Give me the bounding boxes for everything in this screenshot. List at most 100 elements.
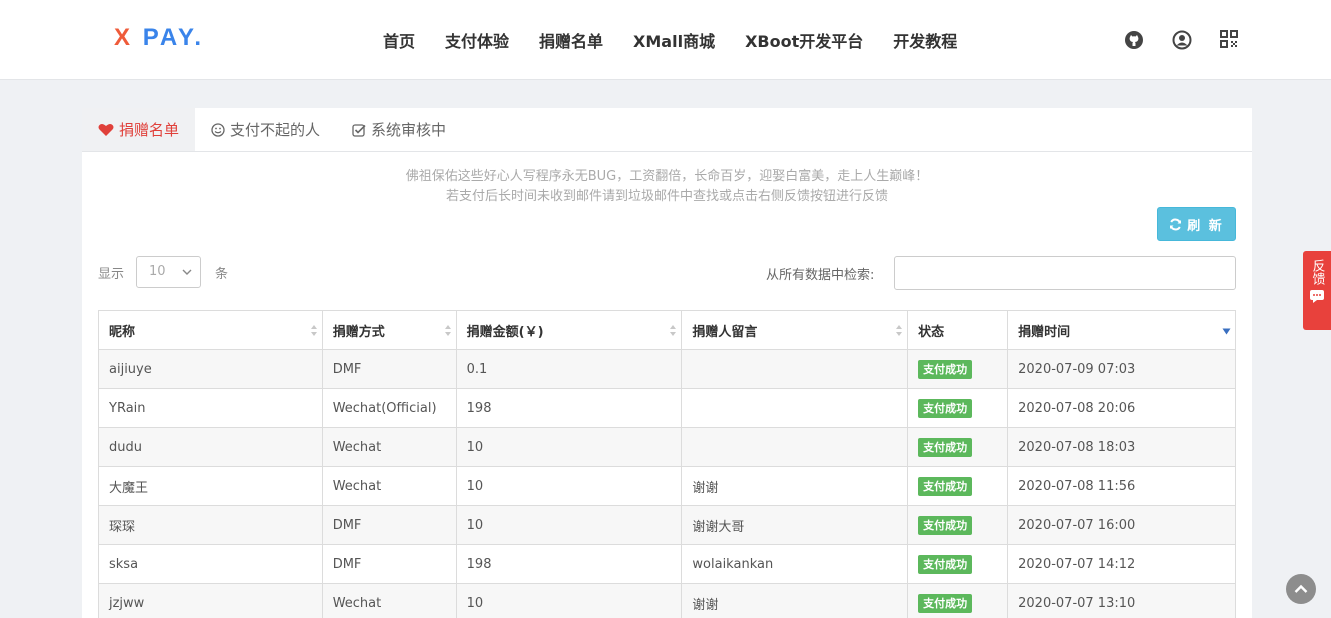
col-header-nickname[interactable]: 昵称: [98, 310, 323, 350]
cell-nickname: aijiuye: [98, 349, 323, 389]
sort-icon: [670, 325, 677, 336]
logo[interactable]: X PAY.: [114, 24, 204, 52]
cell-status: 支付成功: [907, 349, 1009, 389]
table-row: sksa DMF 198 wolaikankan 支付成功 2020-07-07…: [98, 544, 1236, 584]
table-row: YRain Wechat(Official) 198 支付成功 2020-07-…: [98, 388, 1236, 428]
col-header-message[interactable]: 捐赠人留言: [681, 310, 909, 350]
cell-nickname: 大魔王: [98, 466, 323, 506]
cell-amount: 10: [455, 583, 683, 618]
col-header-time[interactable]: 捐赠时间: [1007, 310, 1236, 350]
donation-table: 昵称 捐赠方式 捐赠金额(￥) 捐赠人留言 状态 捐赠时间 aijiuye DM…: [98, 310, 1236, 618]
top-header: X PAY. 首页 支付体验 捐赠名单 XMall商城 XBoot开发平台 开发…: [0, 0, 1331, 80]
cell-method: DMF: [321, 505, 457, 545]
cell-amount: 10: [455, 466, 683, 506]
user-circle-icon[interactable]: [1172, 30, 1192, 50]
cell-time: 2020-07-07 13:10: [1007, 583, 1236, 618]
sort-icon: [896, 325, 903, 336]
tab-bar: 捐赠名单 支付不起的人 系统审核中: [82, 108, 1252, 152]
sort-desc-icon: [1222, 328, 1231, 335]
cell-message: 谢谢大哥: [681, 505, 909, 545]
cell-message: [681, 427, 909, 467]
cell-status: 支付成功: [907, 583, 1009, 618]
table-row: dudu Wechat 10 支付成功 2020-07-08 18:03: [98, 427, 1236, 467]
page-length-select[interactable]: 10: [136, 256, 202, 288]
cell-method: Wechat(Official): [321, 388, 457, 428]
back-to-top-button[interactable]: [1286, 574, 1316, 604]
tab-cannot-pay[interactable]: 支付不起的人: [195, 108, 336, 151]
cell-amount: 0.1: [455, 349, 683, 389]
github-icon[interactable]: [1124, 30, 1144, 50]
donation-panel: 捐赠名单 支付不起的人 系统审核中 佛祖保佑这些好心人写程序永无BUG，工资翻倍…: [82, 108, 1252, 618]
chevron-up-icon: [1294, 584, 1308, 593]
nav-donation-list[interactable]: 捐赠名单: [539, 28, 603, 52]
cell-amount: 10: [455, 427, 683, 467]
table-row: jzjww Wechat 10 谢谢 支付成功 2020-07-07 13:10: [98, 583, 1236, 618]
sort-icon: [444, 325, 451, 336]
cell-amount: 198: [455, 388, 683, 428]
cell-amount: 10: [455, 505, 683, 545]
status-badge: 支付成功: [918, 399, 973, 418]
status-badge: 支付成功: [918, 555, 973, 574]
nav-home[interactable]: 首页: [383, 28, 415, 52]
sort-icon: [310, 325, 317, 336]
heart-icon: [98, 123, 114, 136]
search-label: 从所有数据中检索:: [766, 268, 875, 283]
check-square-icon: [352, 123, 366, 137]
nav-pay-demo[interactable]: 支付体验: [445, 28, 509, 52]
chevron-down-icon: [182, 269, 192, 275]
tab-donation-list[interactable]: 捐赠名单: [82, 108, 196, 151]
cell-nickname: dudu: [98, 427, 323, 467]
cell-status: 支付成功: [907, 544, 1009, 584]
main-nav: 首页 支付体验 捐赠名单 XMall商城 XBoot开发平台 开发教程: [383, 28, 987, 52]
cell-message: [681, 349, 909, 389]
cell-status: 支付成功: [907, 388, 1009, 428]
cell-method: DMF: [321, 544, 457, 584]
status-badge: 支付成功: [918, 477, 973, 496]
search-input[interactable]: [894, 256, 1236, 290]
cell-amount: 198: [455, 544, 683, 584]
cell-nickname: 琛琛: [98, 505, 323, 545]
tab-under-review[interactable]: 系统审核中: [336, 108, 462, 151]
cell-message: 谢谢: [681, 583, 909, 618]
cell-method: Wechat: [321, 466, 457, 506]
cell-method: DMF: [321, 349, 457, 389]
cell-time: 2020-07-07 14:12: [1007, 544, 1236, 584]
cell-status: 支付成功: [907, 505, 1009, 545]
cell-message: [681, 388, 909, 428]
cell-method: Wechat: [321, 583, 457, 618]
nav-tutorial[interactable]: 开发教程: [893, 28, 957, 52]
qrcode-icon[interactable]: [1220, 30, 1240, 50]
status-badge: 支付成功: [918, 516, 973, 535]
cell-time: 2020-07-08 18:03: [1007, 427, 1236, 467]
table-row: 琛琛 DMF 10 谢谢大哥 支付成功 2020-07-07 16:00: [98, 505, 1236, 545]
blessing-notice: 佛祖保佑这些好心人写程序永无BUG，工资翻倍，长命百岁，迎娶白富美，走上人生巅峰…: [405, 169, 929, 204]
cell-method: Wechat: [321, 427, 457, 467]
refresh-button[interactable]: 刷 新: [1157, 207, 1236, 241]
cell-time: 2020-07-07 16:00: [1007, 505, 1236, 545]
cell-message: wolaikankan: [681, 544, 909, 584]
status-badge: 支付成功: [918, 360, 973, 379]
cell-time: 2020-07-08 11:56: [1007, 466, 1236, 506]
cell-nickname: jzjww: [98, 583, 323, 618]
cell-message: 谢谢: [681, 466, 909, 506]
refresh-icon: [1170, 218, 1182, 230]
table-row: 大魔王 Wechat 10 谢谢 支付成功 2020-07-08 11:56: [98, 466, 1236, 506]
cell-nickname: sksa: [98, 544, 323, 584]
col-header-status: 状态: [907, 310, 1009, 350]
chat-icon: [1310, 290, 1324, 303]
smile-icon: [211, 122, 225, 137]
status-badge: 支付成功: [918, 438, 973, 457]
col-header-method[interactable]: 捐赠方式: [321, 310, 457, 350]
table-row: aijiuye DMF 0.1 支付成功 2020-07-09 07:03: [98, 349, 1236, 389]
status-badge: 支付成功: [918, 594, 973, 613]
page-length-control: 显示 10 条: [98, 256, 228, 288]
cell-status: 支付成功: [907, 466, 1009, 506]
cell-time: 2020-07-08 20:06: [1007, 388, 1236, 428]
nav-xboot[interactable]: XBoot开发平台: [745, 28, 863, 52]
cell-status: 支付成功: [907, 427, 1009, 467]
col-header-amount[interactable]: 捐赠金额(￥): [455, 310, 683, 350]
nav-xmall[interactable]: XMall商城: [633, 28, 715, 52]
cell-nickname: YRain: [98, 388, 323, 428]
feedback-side-button[interactable]: 反馈: [1303, 251, 1331, 330]
cell-time: 2020-07-09 07:03: [1007, 349, 1236, 389]
